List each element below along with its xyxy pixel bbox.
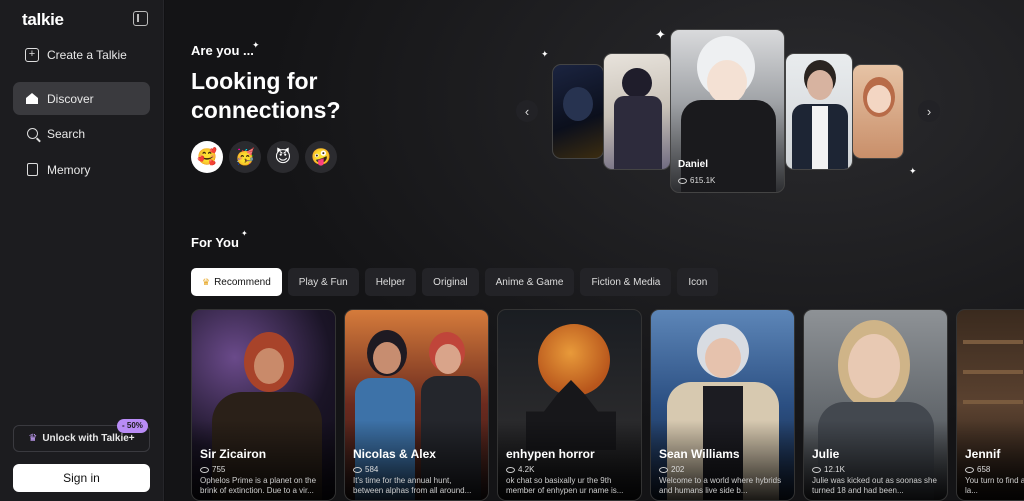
chat-icon xyxy=(812,467,821,473)
sidebar-item-create[interactable]: + Create a Talkie xyxy=(13,38,150,71)
unlock-label: Unlock with Talkie+ xyxy=(42,433,135,444)
chat-icon xyxy=(506,467,515,473)
crown-icon: ♛ xyxy=(202,276,211,287)
chat-icon xyxy=(659,467,668,473)
tab-icon[interactable]: Icon xyxy=(677,268,719,296)
sidebar-item-label: Create a Talkie xyxy=(47,47,127,62)
card-description: Ophelos Prime is a planet on the brink o… xyxy=(200,476,317,495)
card-name: Nicolas & Alex xyxy=(353,447,436,461)
tab-fiction-media[interactable]: Fiction & Media xyxy=(580,268,672,296)
card-description: ok chat so basixally ur the 9th member o… xyxy=(506,476,624,495)
character-card[interactable]: Sir Zicairon 755 Ophelos Prime is a plan… xyxy=(191,309,336,501)
card-description: You turn to find a la... xyxy=(965,476,1024,495)
chat-icon xyxy=(678,178,687,184)
card-description: It's time for the annual hunt, between a… xyxy=(353,476,472,495)
sign-in-button[interactable]: Sign in xyxy=(13,464,150,492)
discount-badge: - 50% xyxy=(117,419,148,433)
card-name: enhypen horror xyxy=(506,447,595,461)
card-name: Sean Williams xyxy=(659,447,740,461)
card-chat-count: 755 xyxy=(200,465,225,474)
home-icon xyxy=(25,92,39,106)
chat-icon xyxy=(200,467,209,473)
memory-icon xyxy=(25,163,39,177)
character-card[interactable]: Jennif 658 You turn to find a la... xyxy=(956,309,1024,501)
carousel-character-card[interactable] xyxy=(603,53,671,170)
tab-anime-game[interactable]: Anime & Game xyxy=(484,268,575,296)
character-card[interactable]: Julie 12.1K Julie was kicked out as soon… xyxy=(803,309,948,501)
sidebar-item-label: Memory xyxy=(47,162,91,177)
search-icon xyxy=(25,127,39,141)
sidebar-item-label: Search xyxy=(47,126,86,141)
sidebar-item-discover[interactable]: Discover xyxy=(13,82,150,115)
carousel-character-card[interactable] xyxy=(785,53,853,170)
carousel-next-button[interactable]: › xyxy=(918,100,940,122)
section-title-for-you: For You xyxy=(191,235,239,250)
sparkle-icon: ✦ xyxy=(252,40,260,50)
carousel-prev-button[interactable]: ‹ xyxy=(516,100,538,122)
sparkle-icon: ✦ xyxy=(541,49,549,59)
hero-subtitle: Are you ... xyxy=(191,43,254,58)
card-name: Sir Zicairon xyxy=(200,447,267,461)
main-content: Are you ... ✦ Looking for connections? 🥰… xyxy=(165,0,1024,501)
carousel-character-card[interactable] xyxy=(552,64,604,159)
featured-chat-count: 615.1K xyxy=(678,176,715,185)
sidebar-item-search[interactable]: Search xyxy=(13,117,150,150)
mood-emoji[interactable]: 😈 xyxy=(267,141,299,173)
chat-icon xyxy=(965,467,974,473)
tab-helper[interactable]: Helper xyxy=(364,268,417,296)
sidebar-item-label: Discover xyxy=(47,91,94,106)
featured-character-name: Daniel xyxy=(678,159,709,170)
plus-square-icon: + xyxy=(25,47,39,62)
card-description: Julie was kicked out as soonas she turne… xyxy=(812,476,937,495)
sparkle-icon: ✦ xyxy=(241,229,248,238)
character-card[interactable]: enhypen horror 4.2K ok chat so basixally… xyxy=(497,309,642,501)
sidebar: talkie + Create a Talkie Discover Search… xyxy=(0,0,164,501)
mood-emoji[interactable]: 🥳 xyxy=(229,141,261,173)
card-chat-count: 584 xyxy=(353,465,378,474)
card-name: Julie xyxy=(812,447,840,461)
mood-emoji[interactable]: 🥰 xyxy=(191,141,223,173)
logo[interactable]: talkie xyxy=(22,10,64,30)
carousel-featured-card[interactable]: Daniel 615.1K xyxy=(670,29,785,193)
tab-recommend[interactable]: ♛ Recommend xyxy=(191,268,282,296)
card-chat-count: 12.1K xyxy=(812,465,845,474)
hero-title: Looking for connections? xyxy=(191,68,341,123)
mood-emoji[interactable]: 🤪 xyxy=(305,141,337,173)
chat-icon xyxy=(353,467,362,473)
mood-selector: 🥰 🥳 😈 🤪 xyxy=(191,141,337,173)
card-description: Welcome to a world where hybrids and hum… xyxy=(659,476,782,495)
card-chat-count: 4.2K xyxy=(506,465,534,474)
collapse-sidebar-icon[interactable] xyxy=(133,11,148,26)
card-name: Jennif xyxy=(965,447,1001,461)
character-card[interactable]: Nicolas & Alex 584 It's time for the ann… xyxy=(344,309,489,501)
carousel-character-card[interactable] xyxy=(852,64,904,159)
card-chat-count: 658 xyxy=(965,465,990,474)
crown-icon: ♛ xyxy=(28,433,38,444)
sparkle-icon: ✦ xyxy=(655,27,666,42)
card-chat-count: 202 xyxy=(659,465,684,474)
category-tabs: ♛ Recommend Play & Fun Helper Original An… xyxy=(191,268,719,296)
sidebar-item-memory[interactable]: Memory xyxy=(13,153,150,186)
tab-original[interactable]: Original xyxy=(422,268,479,296)
tab-play-fun[interactable]: Play & Fun xyxy=(287,268,359,296)
sparkle-icon: ✦ xyxy=(909,166,917,176)
character-card[interactable]: Sean Williams 202 Welcome to a world whe… xyxy=(650,309,795,501)
